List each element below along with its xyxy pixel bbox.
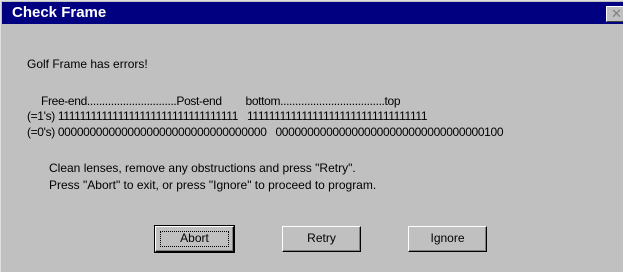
instruction-line-2: Press "Abort" to exit, or press "Ignore"… (49, 178, 377, 192)
ignore-button-label: Ignore (430, 231, 465, 245)
sensor-header-row: Free-end..............................Po… (41, 94, 401, 108)
retry-button[interactable]: Retry (282, 226, 361, 252)
error-headline: Golf Frame has errors! (27, 57, 148, 71)
title-bar[interactable]: Check Frame ✕ (2, 2, 623, 24)
ignore-button[interactable]: Ignore (408, 226, 487, 252)
dialog-title: Check Frame (12, 4, 107, 21)
sensor-zeros-row: (=0's) 000000000000000000000000000000000… (27, 125, 504, 139)
check-frame-dialog: Check Frame ✕ Golf Frame has errors! Fre… (0, 0, 623, 272)
sensor-ones-row: (=1's) 111111111111111111111111111111111… (27, 109, 428, 123)
abort-button-label: Abort (180, 231, 209, 245)
close-icon[interactable]: ✕ (606, 6, 623, 22)
instruction-line-1: Clean lenses, remove any obstructions an… (49, 161, 356, 175)
abort-button[interactable]: Abort (154, 225, 235, 253)
retry-button-label: Retry (307, 231, 336, 245)
